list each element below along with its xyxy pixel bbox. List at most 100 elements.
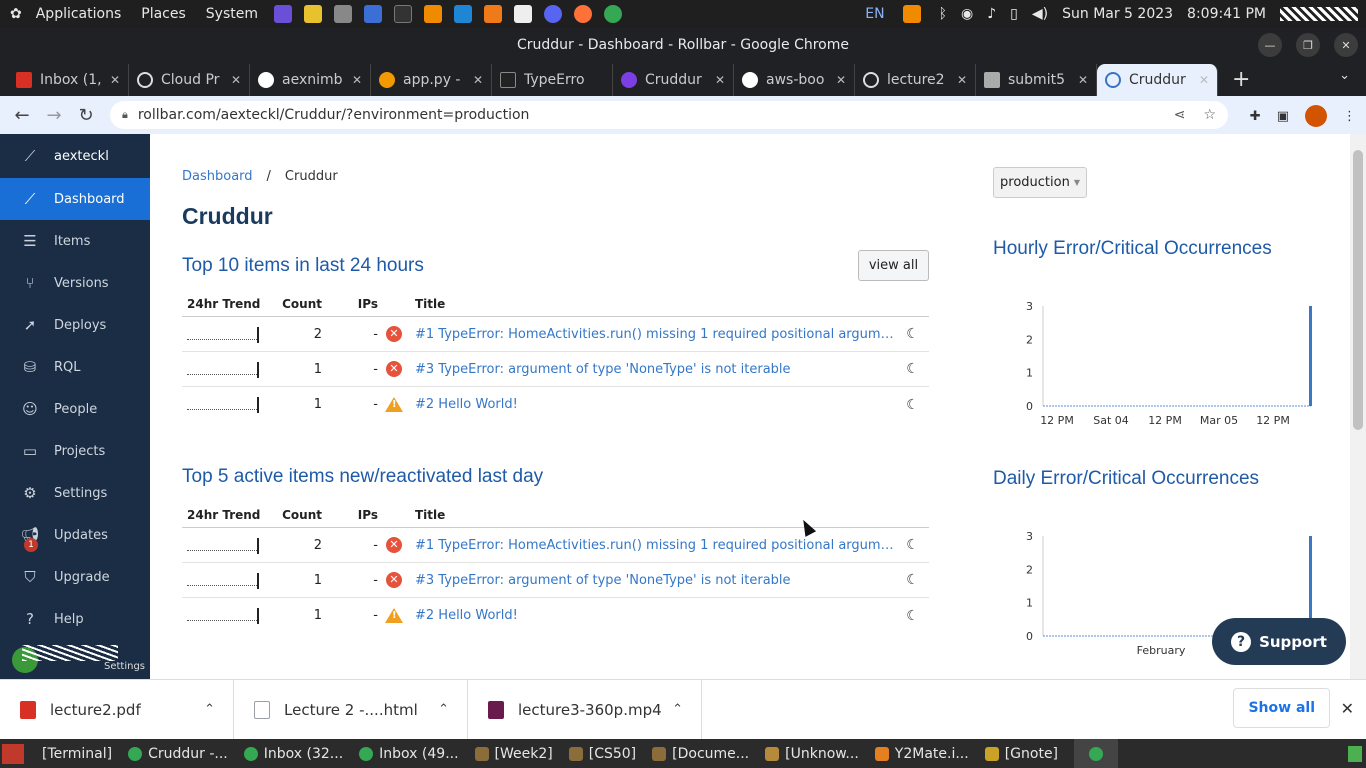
tab-cruddur-honeycomb[interactable]: Cruddur ✕ xyxy=(613,64,734,96)
table-row[interactable]: 1 - ✕ #3 TypeError: argument of type 'No… xyxy=(182,352,929,387)
tab-app-py[interactable]: app.py - ✕ xyxy=(371,64,492,96)
support-button[interactable]: ? Support xyxy=(1212,618,1346,665)
tab-lecture2[interactable]: lecture2 ✕ xyxy=(855,64,976,96)
table-row[interactable]: 1 - ! #2 Hello World! ☾ xyxy=(182,387,929,422)
tab-typeerror[interactable]: TypeErro xyxy=(492,64,613,96)
close-tab-icon[interactable]: ✕ xyxy=(1199,73,1209,87)
tool-icon[interactable] xyxy=(334,5,352,23)
close-downloads-icon[interactable]: ✕ xyxy=(1341,699,1354,718)
tab-search-icon[interactable]: ⌄ xyxy=(1339,68,1350,83)
firefox-icon[interactable] xyxy=(574,5,592,23)
trash-icon[interactable] xyxy=(1348,746,1362,762)
view-all-button[interactable]: view all xyxy=(858,250,929,281)
apps-icon[interactable]: ✿ xyxy=(8,6,24,22)
vlc-icon[interactable] xyxy=(424,5,442,23)
table-row[interactable]: 2 - ✕ #1 TypeError: HomeActivities.run()… xyxy=(182,317,929,352)
applications-menu[interactable]: Applications xyxy=(28,6,130,22)
close-tab-icon[interactable]: ✕ xyxy=(836,73,846,87)
show-all-downloads-button[interactable]: Show all xyxy=(1233,688,1330,728)
show-desktop-icon[interactable] xyxy=(2,743,24,764)
scrollbar-thumb[interactable] xyxy=(1353,150,1363,430)
keyboard-layout[interactable]: EN xyxy=(865,6,884,22)
tab-aws-bootcamp[interactable]: aws-boo ✕ xyxy=(734,64,855,96)
vlc-tray-icon[interactable] xyxy=(902,5,921,23)
bluetooth-icon[interactable]: ᛒ xyxy=(939,6,947,22)
new-tab-icon[interactable]: + xyxy=(1232,64,1250,96)
wifi-icon[interactable]: ◉ xyxy=(961,6,973,22)
lock-icon[interactable]: 🔒︎ xyxy=(122,108,128,122)
item-title-link[interactable]: #3 TypeError: argument of type 'NoneType… xyxy=(410,362,896,377)
snooze-icon[interactable]: ☾ xyxy=(896,537,929,553)
close-tab-icon[interactable]: ✕ xyxy=(352,73,362,87)
editor-icon[interactable] xyxy=(514,5,532,23)
taskbar-item-cs50[interactable]: [CS50] xyxy=(561,739,644,768)
chart-bar[interactable] xyxy=(1309,306,1312,406)
chevron-up-icon[interactable]: ⌃ xyxy=(438,702,449,717)
vertical-scrollbar[interactable] xyxy=(1350,134,1366,679)
taskbar-item-chrome-inbox2[interactable]: Inbox (49... xyxy=(351,739,466,768)
maximize-icon[interactable]: ❐ xyxy=(1296,33,1320,57)
chrome-menu-icon[interactable]: ⋮ xyxy=(1343,109,1356,124)
snooze-icon[interactable]: ☾ xyxy=(896,326,929,342)
sidebar-item-items[interactable]: ☰ Items xyxy=(0,220,150,262)
sidebar-item-rql[interactable]: ⛁ RQL xyxy=(0,346,150,388)
side-panel-icon[interactable]: ▣ xyxy=(1277,109,1289,124)
close-tab-icon[interactable]: ✕ xyxy=(715,73,725,87)
notes-icon[interactable] xyxy=(304,5,322,23)
sidebar-item-people[interactable]: ☺ People xyxy=(0,388,150,430)
extensions-icon[interactable]: ✚ xyxy=(1250,109,1261,124)
user-settings-link[interactable]: Settings xyxy=(104,661,145,672)
tab-cloud[interactable]: Cloud Pr ✕ xyxy=(129,64,250,96)
notification-icon[interactable]: ♪ xyxy=(987,6,996,22)
forward-icon[interactable]: → xyxy=(38,105,70,126)
clock-date[interactable]: Sun Mar 5 2023 xyxy=(1062,6,1173,22)
minimize-icon[interactable]: — xyxy=(1258,33,1282,57)
taskbar-item-documents[interactable]: [Docume... xyxy=(644,739,757,768)
bookmark-star-icon[interactable]: ☆ xyxy=(1203,107,1216,123)
close-window-icon[interactable]: ✕ xyxy=(1334,33,1358,57)
sidebar-item-deploys[interactable]: ➚ Deploys xyxy=(0,304,150,346)
close-tab-icon[interactable]: ✕ xyxy=(473,73,483,87)
address-bar[interactable]: 🔒︎ rollbar.com/aexteckl/Cruddur/?environ… xyxy=(110,101,1228,129)
discord-icon[interactable] xyxy=(544,5,562,23)
screenshot-icon[interactable] xyxy=(364,5,382,23)
sublime-icon[interactable] xyxy=(484,5,502,23)
user-menu[interactable] xyxy=(1280,7,1358,21)
tab-cruddur-rollbar[interactable]: Cruddur ✕ xyxy=(1097,64,1218,96)
reload-icon[interactable]: ↻ xyxy=(70,105,102,126)
table-row[interactable]: 1 - ! #2 Hello World! ☾ xyxy=(182,598,929,633)
sidebar-item-upgrade[interactable]: ⛉ Upgrade xyxy=(0,556,150,598)
taskbar-item-chrome-active[interactable] xyxy=(1074,739,1119,768)
breadcrumb-dashboard[interactable]: Dashboard xyxy=(182,169,253,184)
item-title-link[interactable]: #3 TypeError: argument of type 'NoneType… xyxy=(410,573,896,588)
close-tab-icon[interactable]: ✕ xyxy=(110,73,120,87)
download-item[interactable]: lecture2.pdf ⌃ xyxy=(0,679,234,740)
phone-icon[interactable]: ▯ xyxy=(1010,6,1018,22)
snooze-icon[interactable]: ☾ xyxy=(896,572,929,588)
table-row[interactable]: 2 - ✕ #1 TypeError: HomeActivities.run()… xyxy=(182,528,929,563)
taskbar-item-chrome-inbox1[interactable]: Inbox (32... xyxy=(236,739,351,768)
item-title-link[interactable]: #1 TypeError: HomeActivities.run() missi… xyxy=(410,327,896,342)
tab-submit[interactable]: submit5 ✕ xyxy=(976,64,1097,96)
taskbar-item-gnote[interactable]: [Gnote] xyxy=(977,739,1066,768)
sidebar-item-projects[interactable]: ▭ Projects xyxy=(0,430,150,472)
environment-select[interactable]: production ▼ xyxy=(993,167,1087,198)
close-tab-icon[interactable]: ✕ xyxy=(231,73,241,87)
taskbar-item-week2[interactable]: [Week2] xyxy=(467,739,561,768)
sidebar-item-help[interactable]: ? Help xyxy=(0,598,150,640)
taskbar-item-terminal[interactable]: [Terminal] xyxy=(34,739,120,768)
close-tab-icon[interactable]: ✕ xyxy=(1078,73,1088,87)
chevron-up-icon[interactable]: ⌃ xyxy=(672,702,683,717)
tab-github[interactable]: aexnimb ✕ xyxy=(250,64,371,96)
sidebar-item-settings[interactable]: ⚙ Settings xyxy=(0,472,150,514)
chrome-icon[interactable] xyxy=(604,5,622,23)
sidebar-item-versions[interactable]: ⑂ Versions xyxy=(0,262,150,304)
launcher-icon[interactable] xyxy=(274,5,292,23)
places-menu[interactable]: Places xyxy=(133,6,194,22)
taskbar-item-y2mate[interactable]: Y2Mate.i... xyxy=(867,739,977,768)
sidebar-item-dashboard[interactable]: ⟋ Dashboard xyxy=(0,178,150,220)
snooze-icon[interactable]: ☾ xyxy=(896,397,929,413)
taskbar-item-chrome-cruddur[interactable]: Cruddur -... xyxy=(120,739,236,768)
share-icon[interactable]: ⋖ xyxy=(1174,107,1186,123)
url-text[interactable]: rollbar.com/aexteckl/Cruddur/?environmen… xyxy=(138,107,530,123)
